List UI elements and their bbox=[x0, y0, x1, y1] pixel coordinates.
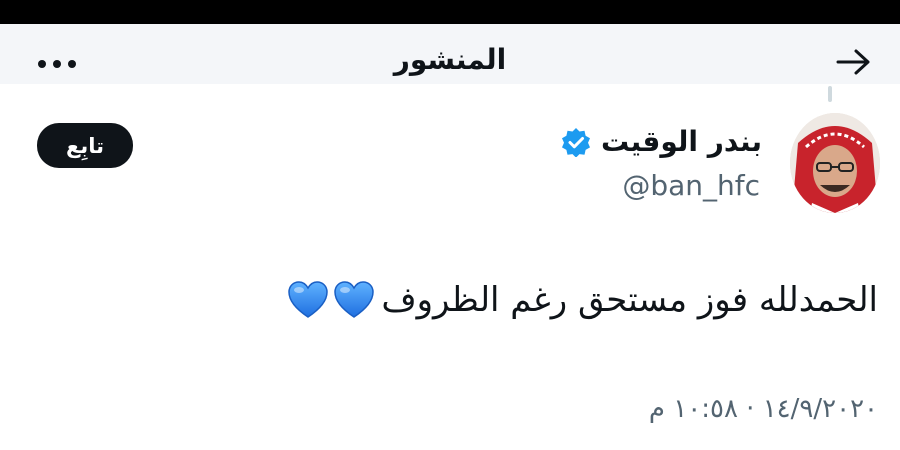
status-bar bbox=[0, 0, 900, 24]
avatar[interactable] bbox=[790, 113, 880, 213]
verified-badge-icon bbox=[561, 128, 590, 157]
follow-button[interactable]: تابِع bbox=[37, 123, 133, 168]
scroll-indicator bbox=[828, 86, 832, 102]
page-title: المنشور bbox=[393, 43, 507, 76]
tweet-text: الحمدلله فوز مستحق رغم الظروف bbox=[381, 280, 878, 320]
back-button[interactable] bbox=[834, 46, 874, 78]
blue-heart-icon bbox=[288, 281, 329, 318]
tweet-body: الحمدلله فوز مستحق رغم الظروف bbox=[287, 270, 878, 330]
display-name[interactable]: بندر الوقيت bbox=[601, 124, 762, 160]
user-handle[interactable]: @ban_hfc bbox=[622, 168, 760, 204]
blue-heart-icon bbox=[334, 281, 375, 318]
profile-photo bbox=[790, 113, 880, 213]
arrow-right-icon bbox=[836, 49, 870, 75]
post-header: المنشور bbox=[0, 24, 900, 84]
tweet-timestamp[interactable]: ١٤/٩/٢٠٢٠ · ١٠:٥٨ م bbox=[649, 392, 878, 426]
tweet-emoji bbox=[287, 280, 375, 320]
author-name-row: بندر الوقيت bbox=[561, 122, 762, 162]
